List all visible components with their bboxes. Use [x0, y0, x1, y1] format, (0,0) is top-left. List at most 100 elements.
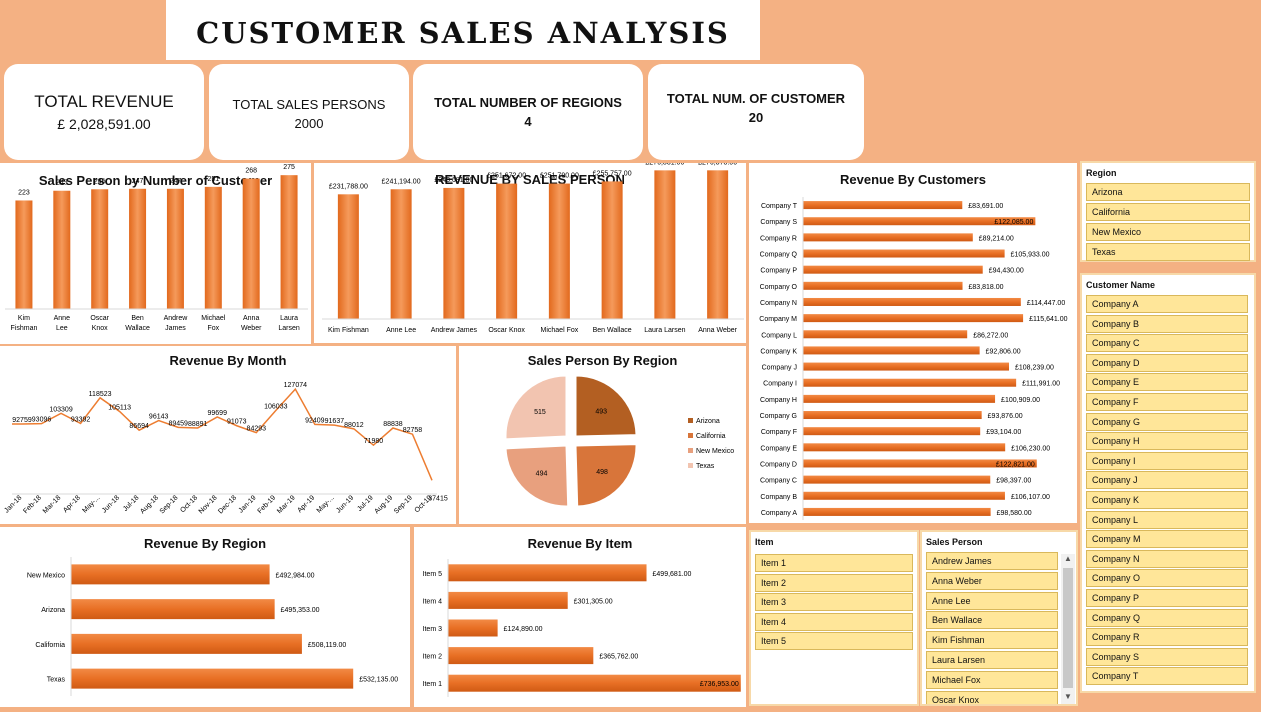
- slicer-item-salesperson[interactable]: Andrew James: [926, 552, 1058, 570]
- scroll-down-icon[interactable]: ▼: [1064, 692, 1072, 701]
- slicer-item-customer[interactable]: Company F: [1086, 393, 1248, 411]
- slicer-item-customer[interactable]: Company Q: [1086, 608, 1248, 627]
- slicer-item-salesperson[interactable]: Ben Wallace: [926, 611, 1058, 630]
- bar: [803, 475, 991, 484]
- panel-revenue-item: Revenue By Item £499,681.00 Item 5 £301,30…: [414, 527, 746, 707]
- panel-revenue-month: Revenue By Month 92759 Jan-18 93096 Feb-18 1…: [0, 346, 456, 524]
- bar: [71, 668, 354, 689]
- slicer-item-customer[interactable]: Company M: [1086, 530, 1248, 549]
- slicer-item-region[interactable]: Arizona: [1086, 183, 1250, 201]
- category-label: Kim Fishman: [328, 327, 369, 334]
- slicer-region: Region Arizona California New Mexico Texas: [1080, 161, 1256, 262]
- data-label: 91073: [227, 419, 247, 426]
- slicer-item-customer[interactable]: Company L: [1086, 510, 1248, 529]
- slicer-item-region[interactable]: Texas: [1086, 243, 1250, 261]
- data-label: 88012: [344, 422, 364, 429]
- tick-label: Sep-19: [393, 494, 414, 515]
- data-label: £122,821.00: [996, 461, 1035, 468]
- slicer-item-region[interactable]: New Mexico: [1086, 223, 1250, 241]
- slicer-item-customer[interactable]: Company A: [1086, 295, 1248, 313]
- slicer-item-customer[interactable]: Company N: [1086, 549, 1248, 568]
- slicer-item-salesperson[interactable]: Michael Fox: [926, 670, 1058, 689]
- slicer-item-customer[interactable]: Company S: [1086, 647, 1248, 666]
- slicer-item-customer[interactable]: Company D: [1086, 353, 1248, 372]
- legend-swatch: [688, 448, 693, 453]
- data-label: £98,397.00: [996, 478, 1031, 485]
- data-label: £736,953.00: [700, 681, 739, 688]
- slicer-item-salesperson[interactable]: Anne Lee: [926, 591, 1058, 610]
- slicer-item-customer[interactable]: Company O: [1086, 569, 1248, 588]
- panel-sales-person-region: Sales Person By Region 493 498 494 515 Arizo…: [459, 346, 746, 524]
- slicer-item-customer[interactable]: Company I: [1086, 451, 1248, 470]
- data-label: 93392: [71, 416, 91, 423]
- slicer-item-customer[interactable]: Company K: [1086, 491, 1248, 509]
- slicer-item-customer[interactable]: Company C: [1086, 334, 1248, 353]
- data-label: £93,876.00: [988, 413, 1023, 420]
- bar: [448, 674, 741, 692]
- slicer-item-item[interactable]: Item 3: [755, 593, 913, 612]
- kpi-customers-label: TOTAL NUM. OF CUSTOMER: [666, 91, 846, 106]
- slicer-item-customer[interactable]: Company P: [1086, 589, 1248, 607]
- tick-label: Jun-19: [335, 494, 355, 514]
- data-label: £83,691.00: [968, 203, 1003, 210]
- slicer-item-customer[interactable]: Company G: [1086, 412, 1248, 431]
- slicer-item-salesperson[interactable]: Oscar Knox: [926, 690, 1058, 704]
- data-label: 106033: [264, 404, 287, 411]
- bar: [71, 599, 275, 620]
- slicer-item-customer[interactable]: Company B: [1086, 314, 1248, 333]
- tick-label: Jan-18: [3, 494, 23, 514]
- slicer-item-item[interactable]: Item 1: [755, 554, 913, 572]
- category-label: Company B: [760, 494, 797, 501]
- slicer-item-customer[interactable]: Company H: [1086, 432, 1248, 451]
- kpi-revenue-label: TOTAL REVENUE: [34, 92, 174, 111]
- bar: [803, 201, 963, 210]
- slicer-sales-person-header: Sales Person: [926, 537, 983, 547]
- tick-label: Apr-19: [296, 494, 316, 514]
- pie-slice: [575, 375, 637, 437]
- data-label: £108,239.00: [1015, 365, 1054, 372]
- slicer-item-item[interactable]: Item 5: [755, 632, 913, 651]
- tick-label: Feb-19: [257, 494, 278, 515]
- slicer-scrollbar[interactable]: ▲ ▼: [1061, 554, 1075, 704]
- category-label: Company Q: [760, 252, 798, 259]
- slicer-item-customer[interactable]: Company R: [1086, 628, 1248, 647]
- category-label: Company O: [760, 284, 798, 291]
- scrollbar-thumb[interactable]: [1063, 568, 1073, 688]
- data-label: £106,107.00: [1011, 494, 1050, 501]
- legend-label: Texas: [696, 463, 715, 470]
- slicer-item-customer[interactable]: Company T: [1086, 667, 1248, 686]
- data-label: £94,430.00: [989, 268, 1024, 275]
- bar: [448, 564, 647, 582]
- legend-swatch: [688, 463, 693, 468]
- scroll-up-icon[interactable]: ▲: [1064, 554, 1072, 563]
- slicer-item-salesperson[interactable]: Laura Larsen: [926, 651, 1058, 669]
- slicer-item-customer[interactable]: Company J: [1086, 471, 1248, 490]
- data-label: £495,353.00: [281, 607, 320, 614]
- category-label: Company G: [760, 413, 797, 420]
- data-label: £98,580.00: [997, 510, 1032, 517]
- category-label: Oscar: [90, 315, 109, 322]
- slicer-item: Item Item 1 Item 2 Item 3 Item 4 Item 5: [749, 530, 919, 706]
- tick-label: Aug-19: [373, 494, 394, 515]
- slicer-item-item[interactable]: Item 4: [755, 612, 913, 631]
- kpi-revenue-value: £ 2,028,591.00: [57, 116, 151, 132]
- bar: [280, 175, 298, 309]
- slicer-item-region[interactable]: California: [1086, 203, 1250, 221]
- kpi-regions-label: TOTAL NUMBER OF REGIONS: [434, 95, 622, 110]
- data-label: 99699: [208, 410, 228, 417]
- category-label: Item 4: [423, 598, 443, 605]
- slicer-item-salesperson[interactable]: Kim Fishman: [926, 631, 1058, 650]
- tick-label: Feb-18: [22, 494, 43, 515]
- tick-label: Jul-18: [122, 494, 141, 513]
- bar: [803, 249, 1005, 258]
- data-label: 96143: [149, 414, 169, 421]
- data-label: 223: [18, 189, 30, 196]
- data-label: £255,757.00: [593, 170, 632, 177]
- slicer-item-customer[interactable]: Company E: [1086, 373, 1248, 392]
- data-label: £100,909.00: [1001, 397, 1040, 404]
- chart-revenue-month: 92759 Jan-18 93096 Feb-18 103309 Mar-18 93392 A…: [3, 382, 448, 515]
- bar: [496, 183, 518, 319]
- slicer-item-salesperson[interactable]: Anna Weber: [926, 571, 1058, 590]
- slicer-item-item[interactable]: Item 2: [755, 573, 913, 592]
- category-label: Fishman: [11, 325, 38, 332]
